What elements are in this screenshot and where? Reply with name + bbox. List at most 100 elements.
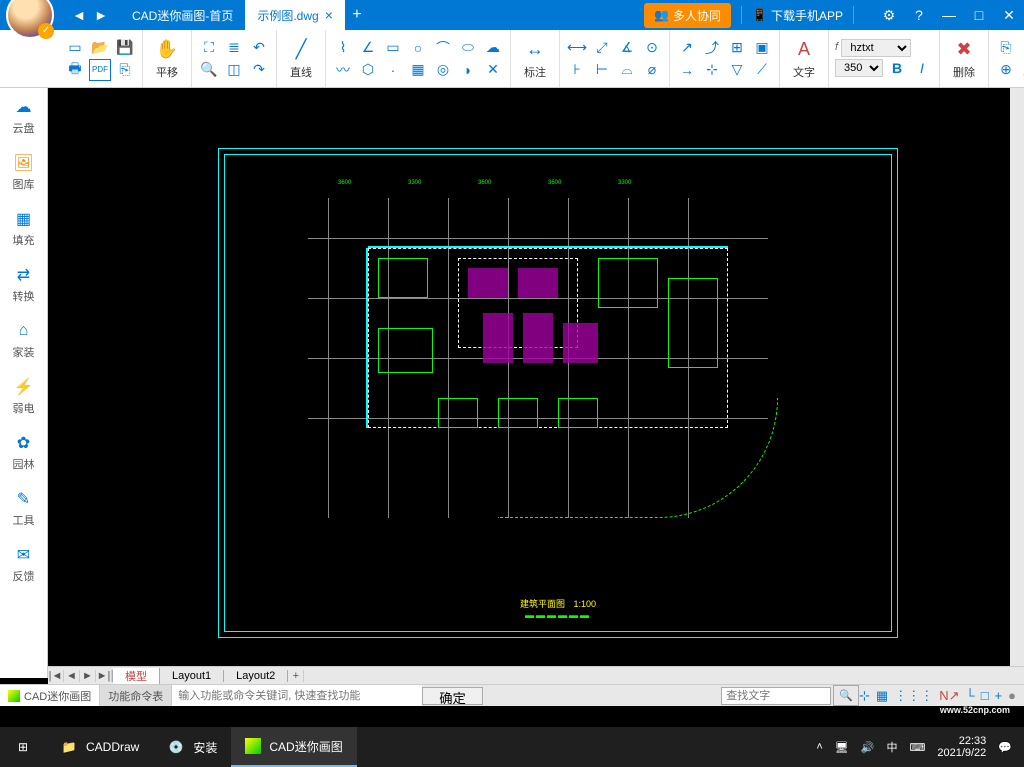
dimcont-icon[interactable]: ⊦: [566, 59, 588, 81]
taskbar-folder[interactable]: 📁CADDraw: [46, 727, 153, 767]
delete-button[interactable]: ✖删除: [946, 36, 982, 82]
pan-button[interactable]: ✋平移: [149, 36, 185, 82]
dimdia-icon[interactable]: ⌀: [641, 59, 663, 81]
wipeout-icon[interactable]: ✕: [482, 59, 504, 81]
italic-icon[interactable]: I: [911, 57, 933, 79]
nav-forward[interactable]: ►: [90, 4, 112, 26]
layers-icon[interactable]: ≣: [223, 37, 245, 59]
3d-icon[interactable]: ◫: [223, 59, 245, 81]
snap-icon[interactable]: ⊹: [859, 688, 870, 704]
line-button[interactable]: ╱直线: [283, 36, 319, 82]
font-select[interactable]: hztxt: [841, 39, 911, 57]
tab-home[interactable]: CAD迷你画图-首页: [120, 0, 245, 30]
osnap-icon[interactable]: □: [981, 688, 989, 703]
donut-icon[interactable]: ◎: [432, 59, 454, 81]
tab-layout1[interactable]: Layout1: [160, 670, 224, 682]
new-icon[interactable]: ▭: [64, 37, 86, 59]
search-input[interactable]: [721, 687, 831, 705]
zoom-fit-icon[interactable]: ⛶: [198, 37, 220, 59]
arc-icon[interactable]: ⌒: [432, 37, 454, 59]
circle-icon[interactable]: ○: [407, 37, 429, 59]
block-icon[interactable]: ▣: [751, 37, 773, 59]
undo-icon[interactable]: ↶: [248, 37, 270, 59]
pdf-icon[interactable]: PDF: [89, 59, 111, 81]
dimarc-icon[interactable]: ⌓: [616, 59, 638, 81]
sidebar-home[interactable]: ⌂家装: [0, 312, 47, 368]
sidebar-convert[interactable]: ⇄转换: [0, 256, 47, 312]
tray-display-icon[interactable]: 🖥: [835, 741, 849, 754]
layout-last[interactable]: ►|: [96, 670, 112, 682]
print-icon[interactable]: 🖶: [64, 59, 86, 81]
grid-icon[interactable]: ▦: [876, 688, 888, 704]
drawing-canvas[interactable]: 3600 3300 3600 3600 3300 建筑平面图 1:100 ▬▬▬…: [48, 88, 1024, 666]
close-icon[interactable]: ×: [325, 7, 333, 23]
zoom-icon[interactable]: 🔍: [198, 59, 220, 81]
command-input[interactable]: [172, 685, 422, 706]
grid2-icon[interactable]: ⋮⋮⋮: [894, 688, 933, 704]
nav-back[interactable]: ◄: [68, 4, 90, 26]
sidebar-garden[interactable]: ✿园林: [0, 424, 47, 480]
sidebar-gallery[interactable]: 🖼图库: [0, 144, 47, 200]
tab-model[interactable]: 模型: [113, 668, 160, 684]
tray-keyboard-icon[interactable]: ⌨: [909, 741, 925, 754]
tray-up-icon[interactable]: ˄: [816, 741, 822, 753]
dim-button[interactable]: ↔标注: [517, 36, 553, 82]
elliparc-icon[interactable]: ◗: [457, 59, 479, 81]
ortho-icon[interactable]: N↗: [939, 688, 959, 704]
dimang-icon[interactable]: ∡: [616, 37, 638, 59]
text-button[interactable]: A文字: [786, 36, 822, 82]
hatch-icon[interactable]: ▦: [407, 59, 429, 81]
start-button[interactable]: ⊞: [0, 727, 46, 767]
close-button[interactable]: ✕: [994, 0, 1024, 30]
export-icon[interactable]: ⎘: [114, 59, 136, 81]
sidebar-electric[interactable]: ⚡弱电: [0, 368, 47, 424]
maximize-button[interactable]: □: [964, 0, 994, 30]
elev-icon[interactable]: ▽: [726, 59, 748, 81]
sidebar-cloud[interactable]: ☁云盘: [0, 88, 47, 144]
save-icon[interactable]: 💾: [114, 37, 136, 59]
copy-icon[interactable]: ⎘: [995, 37, 1017, 59]
dimalign-icon[interactable]: ⤢: [591, 37, 613, 59]
tab-add-button[interactable]: +: [345, 0, 369, 30]
polygon-icon[interactable]: ⬡: [357, 59, 379, 81]
minimize-button[interactable]: —: [934, 0, 964, 30]
rect-icon[interactable]: ▭: [382, 37, 404, 59]
tab-layout2[interactable]: Layout2: [224, 670, 288, 682]
settings-icon[interactable]: ⚙: [874, 0, 904, 30]
dimrad-icon[interactable]: ⊙: [641, 37, 663, 59]
match-icon[interactable]: 🖌: [1020, 59, 1024, 81]
table-icon[interactable]: ⊞: [726, 37, 748, 59]
paste-icon[interactable]: 📋: [1020, 37, 1024, 59]
layout-add[interactable]: +: [288, 670, 304, 682]
taskbar-app[interactable]: CAD迷你画图: [231, 727, 356, 767]
leader-icon[interactable]: ↗: [676, 37, 698, 59]
size-select[interactable]: 350: [835, 59, 883, 77]
ok-button[interactable]: 确定: [422, 687, 483, 705]
dimbase-icon[interactable]: ⊢: [591, 59, 613, 81]
angle-icon[interactable]: ∠: [357, 37, 379, 59]
point-icon[interactable]: ·: [382, 59, 404, 81]
sidebar-tools[interactable]: ✎工具: [0, 480, 47, 536]
spline-icon[interactable]: 〰: [332, 59, 354, 81]
dimlin-icon[interactable]: ⟷: [566, 37, 588, 59]
collab-button[interactable]: 👥 多人协同: [644, 3, 731, 28]
tray-volume-icon[interactable]: 🔊: [861, 741, 875, 754]
perp-icon[interactable]: └: [965, 688, 974, 703]
taskbar-install[interactable]: 💿安装: [153, 727, 231, 767]
coord-icon[interactable]: ⊹: [701, 59, 723, 81]
slope-icon[interactable]: ⟋: [751, 59, 773, 81]
add-icon[interactable]: +: [995, 688, 1003, 703]
layout-first[interactable]: |◄: [48, 670, 64, 682]
bold-icon[interactable]: B: [886, 57, 908, 79]
sidebar-feedback[interactable]: ✉反馈: [0, 536, 47, 592]
layout-prev[interactable]: ◄: [64, 670, 80, 682]
redo-icon[interactable]: ↷: [248, 59, 270, 81]
tray-ime[interactable]: 中: [886, 739, 897, 755]
tray-clock[interactable]: 22:33 2021/9/22: [937, 735, 986, 759]
layout-next[interactable]: ►: [80, 670, 96, 682]
help-icon[interactable]: ?: [904, 0, 934, 30]
polyline-icon[interactable]: ⌇: [332, 37, 354, 59]
status-cmdtable[interactable]: 功能命令表: [100, 685, 172, 706]
tab-file[interactable]: 示例图.dwg×: [245, 0, 345, 30]
vertical-scrollbar[interactable]: [1010, 88, 1024, 666]
